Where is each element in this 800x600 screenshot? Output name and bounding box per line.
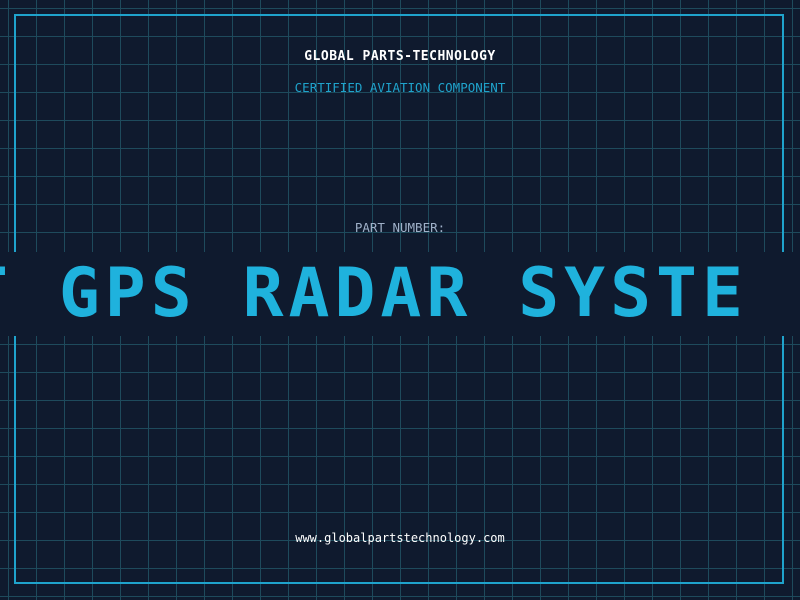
brand-name: GLOBAL PARTS-TECHNOLOGY [304,49,496,64]
brand-subtitle: CERTIFIED AVIATION COMPONENT [294,80,506,95]
part-number-value: AT GPS RADAR SYSTE [0,254,748,333]
label-card: GLOBAL PARTS-TECHNOLOGY CERTIFIED AVIATI… [0,0,800,600]
part-number-band: AT GPS RADAR SYSTE [0,252,800,336]
website-url: www.globalpartstechnology.com [295,531,505,545]
part-number-label: PART NUMBER: [354,220,446,235]
